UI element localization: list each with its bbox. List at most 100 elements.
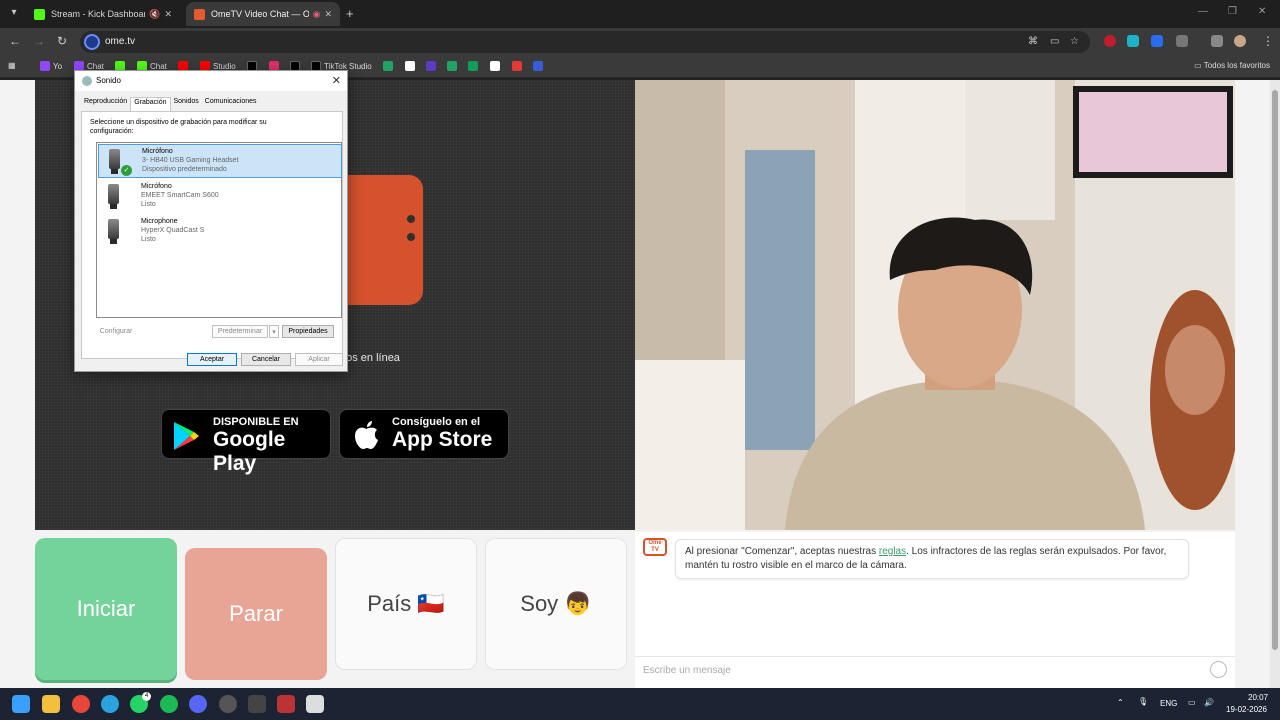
tab-communications[interactable]: Comunicaciones xyxy=(202,97,260,111)
recording-panel: Seleccione un dispositivo de grabación p… xyxy=(81,111,343,359)
minimize-icon[interactable]: — xyxy=(1198,6,1208,17)
device-item[interactable]: ✓ Micrófono 3- HB40 USB Gaming Headset D… xyxy=(98,144,342,178)
gender-button[interactable]: Soy 👦 xyxy=(485,538,627,670)
site-info-icon[interactable] xyxy=(84,34,100,50)
window-close-icon[interactable]: ✕ xyxy=(1258,6,1266,17)
file-explorer-icon[interactable] xyxy=(42,695,60,713)
device-name: Microphone xyxy=(141,218,178,225)
menu-icon[interactable]: ⋮ xyxy=(1262,34,1274,48)
bookmark-item[interactable] xyxy=(533,61,546,71)
apps-grid-icon[interactable]: ▦ xyxy=(8,61,16,70)
new-tab-button[interactable]: + xyxy=(346,6,354,21)
telegram-icon[interactable] xyxy=(101,695,119,713)
rules-link[interactable]: reglas xyxy=(879,546,906,557)
extension-icon[interactable] xyxy=(1127,35,1139,47)
device-status: Dispositivo predeterminado xyxy=(142,166,227,173)
discord-icon[interactable] xyxy=(189,695,207,713)
app-icon[interactable] xyxy=(306,695,324,713)
microphone-tray-icon[interactable]: 🎙 xyxy=(1138,697,1148,706)
clock-time[interactable]: 20:07 xyxy=(1248,693,1268,702)
tab-close-icon[interactable]: ✕ xyxy=(164,9,172,20)
tab-ometv[interactable]: OmeTV Video Chat — Ome ◉ ✕ xyxy=(186,2,340,26)
microphone-icon xyxy=(108,219,119,244)
extension-icon[interactable] xyxy=(1151,35,1163,47)
device-list[interactable]: ✓ Micrófono 3- HB40 USB Gaming Headset D… xyxy=(96,142,342,318)
bookmark-star-icon[interactable]: ☆ xyxy=(1070,36,1079,47)
clock-date[interactable]: 19-02-2026 xyxy=(1226,705,1267,714)
bookmark-item[interactable]: Yo xyxy=(40,61,62,71)
default-check-icon: ✓ xyxy=(121,165,132,176)
recording-icon: ◉ xyxy=(312,8,321,19)
all-bookmarks-folder[interactable]: ▭ Todos los favoritos xyxy=(1194,61,1270,70)
system-message: Al presionar "Comenzar", aceptas nuestra… xyxy=(675,539,1189,579)
bookmark-label: Yo xyxy=(53,61,63,71)
emoji-icon[interactable] xyxy=(1210,661,1227,678)
bookmark-item[interactable] xyxy=(512,61,525,71)
message-input[interactable]: Escribe un mensaje xyxy=(635,656,1235,684)
start-button[interactable]: Iniciar xyxy=(35,538,177,680)
extensions-puzzle-icon[interactable] xyxy=(1176,35,1188,47)
twitch-icon xyxy=(40,61,50,71)
translate-icon[interactable]: ⌘ xyxy=(1028,36,1038,47)
start-menu-icon[interactable] xyxy=(12,695,30,713)
cancel-button[interactable]: Cancelar xyxy=(241,353,291,366)
instruction-text: Seleccione un dispositivo de grabación p… xyxy=(90,119,267,135)
network-icon[interactable]: ▭ xyxy=(1188,698,1196,707)
dialog-close-icon[interactable]: ✕ xyxy=(332,74,341,87)
avatar[interactable] xyxy=(1234,35,1246,47)
country-button[interactable]: País 🇨🇱 xyxy=(335,538,477,670)
start-label: Iniciar xyxy=(76,596,136,621)
bookmark-item[interactable] xyxy=(468,61,481,71)
bookmark-icon xyxy=(447,61,457,71)
whatsapp-badge: 4 xyxy=(142,692,151,701)
set-default-dropdown-icon[interactable]: ▾ xyxy=(269,325,279,338)
bookmark-item[interactable] xyxy=(490,61,503,71)
google-play-button[interactable]: DISPONIBLE EN Google Play xyxy=(161,409,331,475)
partner-video-frame xyxy=(635,80,1235,530)
forward-icon[interactable]: → xyxy=(33,34,45,48)
stop-button[interactable]: Parar xyxy=(185,548,327,680)
extension-icon[interactable] xyxy=(1104,35,1116,47)
volume-icon[interactable]: 🔊 xyxy=(1204,698,1214,707)
obs-icon[interactable] xyxy=(219,695,237,713)
address-bar[interactable]: ome.tv ⌘ ▭ ☆ xyxy=(80,31,1090,53)
muted-icon[interactable]: 🔇 xyxy=(149,9,160,20)
tab-sounds[interactable]: Sonidos xyxy=(171,97,202,111)
tagline-text: rios en línea xyxy=(340,352,400,364)
spotify-icon[interactable] xyxy=(160,695,178,713)
cast-icon[interactable]: ▭ xyxy=(1050,36,1059,47)
app-icon[interactable] xyxy=(277,695,295,713)
reading-list-icon[interactable] xyxy=(1211,35,1223,47)
app-store-small-text: Consíguelo en el xyxy=(392,416,481,428)
language-indicator[interactable]: ENG xyxy=(1160,699,1177,708)
app-icon[interactable] xyxy=(248,695,266,713)
tab-kick-dashboard[interactable]: Stream - Kick Dashboard 🔇 ✕ xyxy=(26,2,180,26)
ok-button[interactable]: Aceptar xyxy=(187,353,237,366)
app-store-button[interactable]: Consíguelo en el App Store xyxy=(339,409,509,459)
reload-icon[interactable]: ↻ xyxy=(57,34,67,48)
device-name: Micrófono xyxy=(142,148,173,155)
properties-button[interactable]: Propiedades xyxy=(282,325,334,338)
device-item[interactable]: Micrófono EMEET SmartCam S600 Listo xyxy=(98,180,342,214)
dialog-titlebar[interactable]: Sonido ✕ xyxy=(75,71,347,91)
set-default-button[interactable]: Predeterminar xyxy=(212,325,268,338)
tab-recording[interactable]: Grabación xyxy=(130,97,171,111)
bookmark-item[interactable] xyxy=(405,61,418,71)
scrollbar-thumb[interactable] xyxy=(1272,90,1278,650)
device-item[interactable]: Microphone HyperX QuadCast S Listo xyxy=(98,215,342,249)
bookmark-item[interactable] xyxy=(447,61,460,71)
bookmark-item[interactable] xyxy=(426,61,439,71)
microphone-icon xyxy=(108,184,119,209)
folder-icon: ▭ xyxy=(1194,61,1204,70)
back-icon[interactable]: ← xyxy=(9,34,21,48)
tab-playback[interactable]: Reproducción xyxy=(81,97,130,111)
chrome-icon[interactable] xyxy=(72,695,90,713)
apply-button[interactable]: Aplicar xyxy=(295,353,343,366)
page-scrollbar[interactable] xyxy=(1270,80,1280,688)
configure-button[interactable]: Configurar xyxy=(96,325,136,338)
tab-close-icon[interactable]: ✕ xyxy=(324,9,332,20)
restore-icon[interactable]: ❐ xyxy=(1228,6,1237,17)
bookmark-item[interactable] xyxy=(383,61,396,71)
tab-search-chevron-icon[interactable]: ▾ xyxy=(6,5,22,21)
chevron-up-icon[interactable]: ⌃ xyxy=(1117,698,1124,707)
